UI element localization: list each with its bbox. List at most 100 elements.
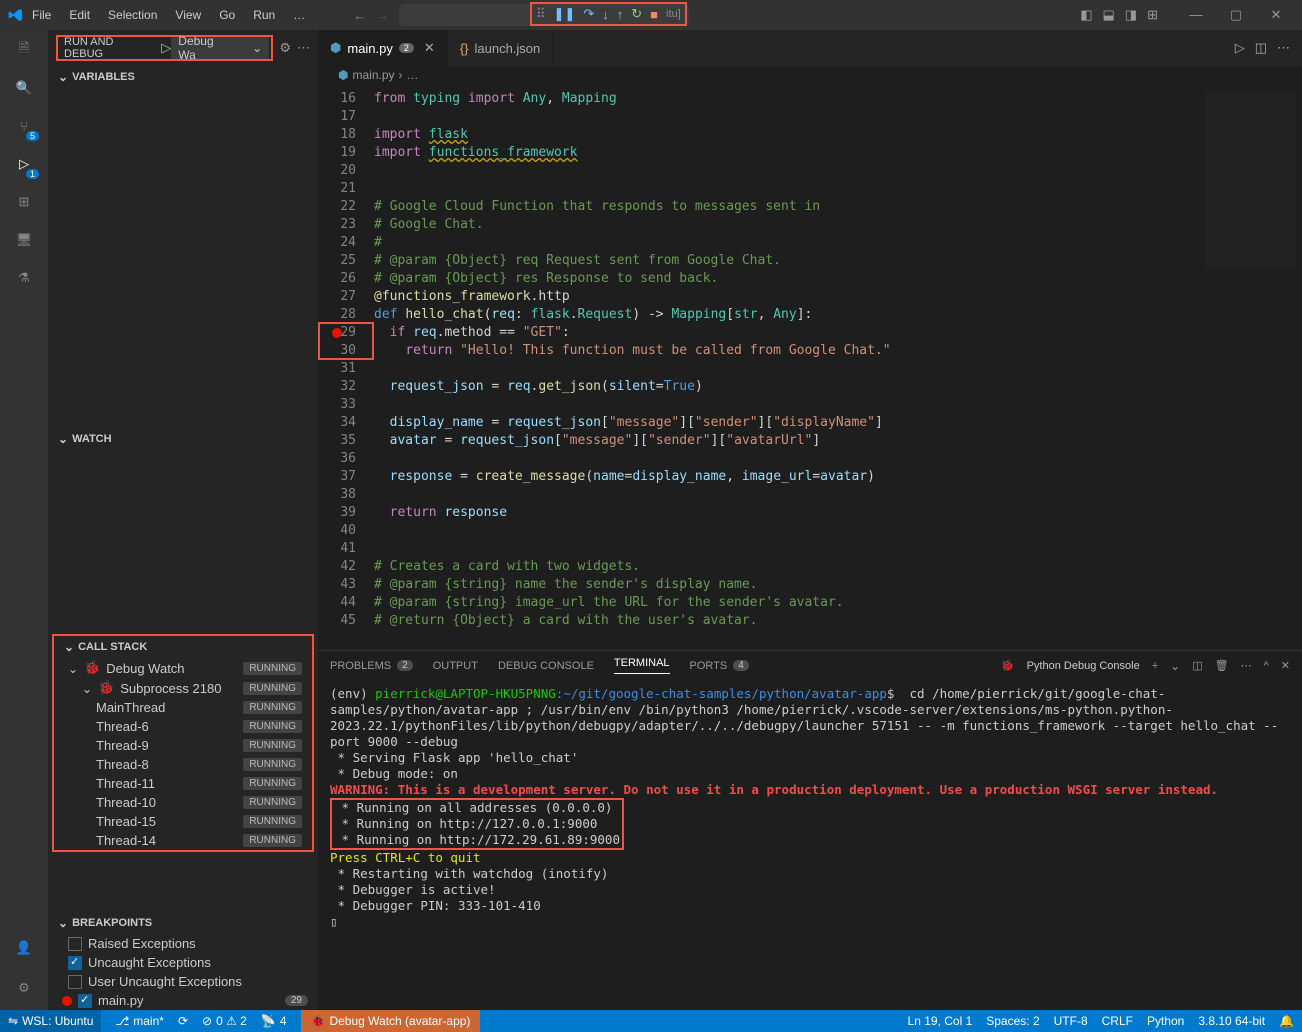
editor-gutter[interactable]: 1617181920212223242526272829303132333435… <box>318 84 374 650</box>
breadcrumb[interactable]: ⬢ main.py… <box>318 66 1302 84</box>
toggle-secondary-sidebar-icon[interactable]: ◨ <box>1125 7 1137 23</box>
callstack-row[interactable]: Thread-11RUNNING <box>54 774 312 793</box>
panel-tab-ports[interactable]: PORTS 4 <box>690 660 749 672</box>
watch-section-header[interactable]: WATCH <box>48 428 318 450</box>
menu-file[interactable]: File <box>24 4 59 26</box>
panel-tab-output[interactable]: OUTPUT <box>433 660 478 672</box>
notifications-icon[interactable]: 🔔 <box>1279 1014 1294 1028</box>
callstack-row[interactable]: Thread-14RUNNING <box>54 831 312 850</box>
run-debug-icon[interactable]: ▷1 <box>12 152 36 176</box>
checkbox[interactable] <box>68 937 82 951</box>
git-branch[interactable]: ⎇ main* <box>115 1014 164 1028</box>
breakpoint-option[interactable]: Uncaught Exceptions <box>48 953 318 972</box>
more-panel-icon[interactable]: ⋯ <box>1241 659 1252 672</box>
pause-icon[interactable]: ❚❚ <box>554 6 576 22</box>
status-item[interactable]: Spaces: 2 <box>986 1014 1039 1028</box>
status-item[interactable]: Python <box>1147 1014 1184 1028</box>
callstack-row[interactable]: Thread-15RUNNING <box>54 812 312 831</box>
editor-tab[interactable]: {}launch.json <box>448 30 553 66</box>
terminal[interactable]: (env) pierrick@LAPTOP-HKU5PNNG:~/git/goo… <box>318 680 1302 1010</box>
vscode-logo-icon <box>8 7 24 23</box>
callstack-row[interactable]: Thread-9RUNNING <box>54 736 312 755</box>
restart-icon[interactable]: ↻ <box>631 6 642 22</box>
callstack-row[interactable]: MainThreadRUNNING <box>54 698 312 717</box>
source-control-icon[interactable]: ⑂5 <box>12 114 36 138</box>
more-editor-actions-icon[interactable]: ⋯ <box>1277 40 1290 56</box>
extensions-icon[interactable]: ⊞ <box>12 190 36 214</box>
panel-tab-terminal[interactable]: TERMINAL <box>614 657 670 674</box>
toggle-panel-icon[interactable]: ⬓ <box>1103 7 1115 23</box>
customize-layout-icon[interactable]: ⊞ <box>1147 7 1158 23</box>
nav-forward-icon[interactable]: → <box>376 8 389 23</box>
window-minimize-icon[interactable]: — <box>1178 7 1214 23</box>
status-item[interactable]: Ln 19, Col 1 <box>908 1014 973 1028</box>
minimap[interactable] <box>1206 90 1296 270</box>
editor-content[interactable]: from typing import Any, Mapping import f… <box>374 84 891 650</box>
maximize-panel-icon[interactable]: ^ <box>1264 660 1269 672</box>
title-bar: FileEditSelectionViewGoRun… ← → ⠿ ❚❚ ↷ ↓… <box>0 0 1302 30</box>
split-editor-icon[interactable]: ◫ <box>1255 40 1267 56</box>
step-out-icon[interactable]: ↑ <box>617 7 624 22</box>
variables-section-header[interactable]: VARIABLES <box>48 66 318 88</box>
debug-config-select[interactable]: Debug Wa <box>171 37 269 59</box>
testing-icon[interactable]: ⚗ <box>12 266 36 290</box>
callstack-row[interactable]: 🐞Debug WatchRUNNING <box>54 658 312 678</box>
status-item[interactable]: UTF-8 <box>1054 1014 1088 1028</box>
accounts-icon[interactable]: 👤 <box>12 936 36 960</box>
new-terminal-icon[interactable]: + <box>1152 660 1158 672</box>
problems-status[interactable]: ⊘ 0 ⚠ 2 <box>202 1014 247 1028</box>
start-debug-icon[interactable]: ▷ <box>161 40 171 56</box>
terminal-dropdown-icon[interactable] <box>1170 659 1180 673</box>
status-item[interactable]: CRLF <box>1102 1014 1133 1028</box>
more-actions-icon[interactable]: ⋯ <box>297 40 310 56</box>
configure-gear-icon[interactable]: ⚙ <box>279 40 291 56</box>
window-close-icon[interactable]: ✕ <box>1258 7 1294 23</box>
settings-gear-icon[interactable]: ⚙ <box>12 976 36 1000</box>
callstack-row[interactable]: Thread-6RUNNING <box>54 717 312 736</box>
ports-status[interactable]: 📡 4 <box>261 1014 287 1028</box>
close-tab-icon[interactable]: ✕ <box>424 40 435 56</box>
menu-run[interactable]: Run <box>245 4 283 26</box>
step-over-icon[interactable]: ↷ <box>583 6 594 22</box>
terminal-select[interactable]: Python Debug Console <box>1027 660 1140 672</box>
search-icon[interactable]: 🔍 <box>12 76 36 100</box>
breakpoint-checkbox[interactable] <box>78 994 92 1008</box>
toggle-primary-sidebar-icon[interactable]: ◧ <box>1080 7 1092 23</box>
remote-explorer-icon[interactable]: 🖥 <box>12 228 36 252</box>
menu-go[interactable]: Go <box>211 4 243 26</box>
breakpoints-section-header[interactable]: BREAKPOINTS <box>48 912 318 934</box>
editor-tab[interactable]: ⬢main.py2✕ <box>318 30 448 66</box>
status-item[interactable]: 3.8.10 64-bit <box>1198 1014 1265 1028</box>
close-panel-icon[interactable]: ✕ <box>1281 659 1290 672</box>
bug-icon: 🐞 <box>84 660 100 676</box>
menu-edit[interactable]: Edit <box>61 4 98 26</box>
step-into-icon[interactable]: ↓ <box>602 7 609 22</box>
breakpoint-file-row[interactable]: main.py 29 <box>48 991 318 1010</box>
kill-terminal-icon[interactable]: 🗑 <box>1215 659 1229 672</box>
run-file-icon[interactable]: ▷ <box>1235 40 1245 56</box>
debug-status[interactable]: 🐞 Debug Watch (avatar-app) <box>301 1010 481 1032</box>
callstack-row[interactable]: 🐞Subprocess 2180RUNNING <box>54 678 312 698</box>
stop-icon[interactable]: ■ <box>650 7 658 22</box>
menu-selection[interactable]: Selection <box>100 4 165 26</box>
menu-…[interactable]: … <box>285 4 313 26</box>
split-terminal-icon[interactable]: ◫ <box>1192 659 1202 672</box>
explorer-icon[interactable]: 🗎 <box>12 38 36 62</box>
drag-handle-icon[interactable]: ⠿ <box>536 6 546 22</box>
callstack-row[interactable]: Thread-8RUNNING <box>54 755 312 774</box>
breakpoint-marker[interactable] <box>332 328 342 338</box>
panel-tab-problems[interactable]: PROBLEMS 2 <box>330 660 413 672</box>
menu-view[interactable]: View <box>167 4 209 26</box>
activity-bar: 🗎 🔍 ⑂5 ▷1 ⊞ 🖥 ⚗ 👤 ⚙ <box>0 30 48 1010</box>
window-maximize-icon[interactable]: ▢ <box>1218 7 1254 23</box>
git-sync-icon[interactable]: ⟳ <box>178 1014 188 1028</box>
remote-indicator[interactable]: ⇋ WSL: Ubuntu <box>0 1010 101 1032</box>
breakpoint-option[interactable]: Raised Exceptions <box>48 934 318 953</box>
breakpoint-option[interactable]: User Uncaught Exceptions <box>48 972 318 991</box>
checkbox[interactable] <box>68 956 82 970</box>
nav-back-icon[interactable]: ← <box>353 8 366 23</box>
panel-tab-debug-console[interactable]: DEBUG CONSOLE <box>498 660 594 672</box>
callstack-section-header[interactable]: CALL STACK <box>54 636 312 658</box>
checkbox[interactable] <box>68 975 82 989</box>
callstack-row[interactable]: Thread-10RUNNING <box>54 793 312 812</box>
